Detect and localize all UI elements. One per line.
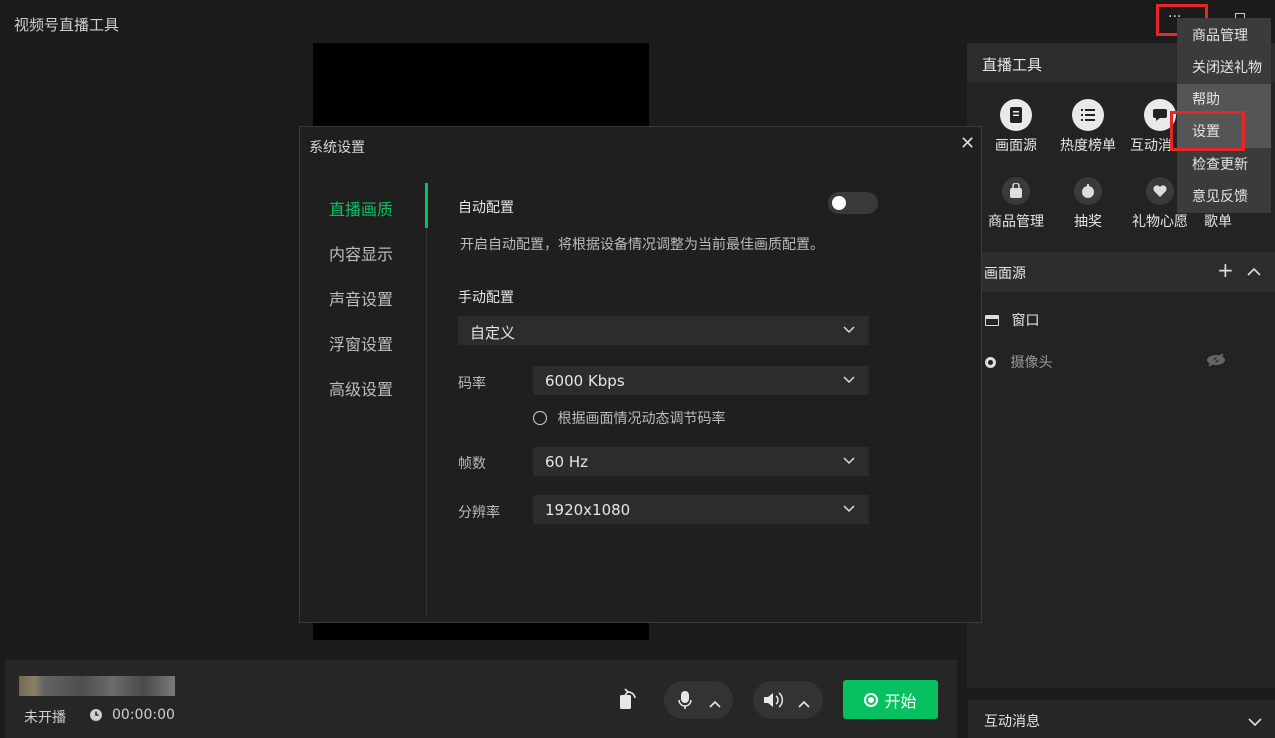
source-label: 摄像头	[1010, 355, 1053, 371]
menu-item-update[interactable]: 检查更新	[1177, 149, 1271, 181]
camera-icon	[985, 356, 996, 368]
sources-header: 画面源 +	[967, 252, 1275, 292]
tool-hot-list[interactable]: 热度榜单	[1052, 99, 1124, 155]
tool-label: 商品管理	[988, 214, 1044, 230]
blurred-account-name	[19, 676, 175, 696]
tool-label: 画面源	[995, 138, 1037, 154]
source-item-window[interactable]: 窗口	[985, 310, 1245, 330]
chevron-down-icon	[843, 453, 855, 469]
live-timer: 00:00:00	[112, 707, 175, 723]
manual-config-label: 手动配置	[458, 290, 514, 306]
sources-title: 画面源	[984, 266, 1026, 282]
speaker-icon[interactable]	[763, 691, 785, 713]
tool-label: 礼物心愿	[1132, 214, 1188, 230]
auto-config-toggle[interactable]	[828, 192, 878, 214]
menu-item-close-gift[interactable]: 关闭送礼物	[1177, 52, 1271, 84]
chevron-up-icon[interactable]	[709, 696, 721, 712]
chevron-up-icon[interactable]	[798, 696, 810, 712]
resolution-value: 1920x1080	[545, 501, 631, 519]
tool-screen-source[interactable]: 画面源	[980, 99, 1052, 155]
dialog-title: 系统设置	[309, 140, 365, 156]
nav-advanced[interactable]: 高级设置	[329, 376, 393, 400]
close-icon[interactable]: ✕	[960, 133, 975, 154]
source-label: 窗口	[1011, 313, 1040, 329]
tools-title: 直播工具	[982, 56, 1043, 74]
bitrate-select[interactable]: 6000 Kbps	[533, 366, 869, 395]
resolution-label: 分辨率	[458, 505, 500, 521]
list-icon	[1072, 99, 1104, 131]
nav-sound[interactable]: 声音设置	[329, 286, 393, 310]
tool-product-manage[interactable]: 商品管理	[980, 175, 1052, 231]
tool-lottery[interactable]: 抽奖	[1052, 175, 1124, 231]
record-icon	[864, 692, 879, 707]
rotate-icon[interactable]	[618, 687, 638, 715]
lottery-icon	[1074, 177, 1102, 205]
chevron-down-icon	[843, 501, 855, 517]
menu-item-product[interactable]: 商品管理	[1177, 20, 1271, 52]
auto-config-label: 自动配置	[458, 200, 514, 216]
menu-item-feedback[interactable]: 意见反馈	[1177, 181, 1271, 213]
chevron-down-icon	[843, 372, 855, 388]
bottom-bar: 未开播 00:00:00 开始	[5, 660, 957, 738]
nav-divider	[426, 183, 427, 617]
live-status: 未开播	[24, 710, 66, 726]
nav-active-marker	[425, 183, 428, 228]
fps-value: 60 Hz	[545, 453, 589, 471]
mic-control[interactable]	[664, 681, 733, 719]
window-icon	[985, 314, 999, 326]
resolution-select[interactable]: 1920x1080	[533, 495, 869, 524]
chevron-down-icon[interactable]	[1248, 715, 1262, 731]
messages-title: 互动消息	[984, 714, 1040, 730]
preset-select[interactable]: 自定义	[458, 316, 869, 345]
microphone-icon[interactable]	[678, 690, 692, 714]
chevron-down-icon	[843, 322, 855, 338]
preset-value: 自定义	[470, 324, 516, 342]
gift-heart-icon	[1146, 177, 1174, 205]
start-button[interactable]: 开始	[843, 680, 938, 719]
settings-dialog: 系统设置 ✕ 直播画质 内容显示 声音设置 浮窗设置 高级设置 自动配置 开启自…	[299, 126, 982, 623]
clock-icon	[89, 708, 103, 726]
add-icon[interactable]: +	[1217, 258, 1234, 282]
speaker-control[interactable]	[753, 681, 823, 719]
messages-panel: 互动消息	[968, 700, 1275, 738]
tool-label: 抽奖	[1074, 214, 1102, 230]
nav-float-window[interactable]: 浮窗设置	[329, 331, 393, 355]
tool-label: 热度榜单	[1060, 138, 1116, 154]
settings-highlight	[1170, 111, 1245, 151]
toggle-knob	[832, 196, 846, 210]
nav-live-quality[interactable]: 直播画质	[329, 196, 393, 220]
bitrate-value: 6000 Kbps	[545, 372, 625, 390]
eye-hidden-icon[interactable]	[1206, 353, 1226, 371]
app-title: 视频号直播工具	[14, 16, 120, 34]
chevron-up-icon[interactable]	[1247, 264, 1261, 280]
dynamic-bitrate-option[interactable]: 根据画面情况动态调节码率	[533, 408, 833, 428]
tool-label: 歌单	[1204, 214, 1232, 230]
start-label: 开始	[884, 691, 917, 711]
bitrate-label: 码率	[458, 376, 486, 392]
fps-label: 帧数	[458, 456, 486, 472]
dynamic-bitrate-label: 根据画面情况动态调节码率	[557, 411, 726, 427]
bag-icon	[1002, 177, 1030, 205]
screen-source-icon	[1000, 99, 1032, 131]
auto-config-hint: 开启自动配置，将根据设备情况调整为当前最佳画质配置。	[460, 237, 824, 253]
nav-content-display[interactable]: 内容显示	[329, 241, 393, 265]
dynamic-bitrate-radio[interactable]	[533, 411, 547, 425]
fps-select[interactable]: 60 Hz	[533, 447, 869, 476]
